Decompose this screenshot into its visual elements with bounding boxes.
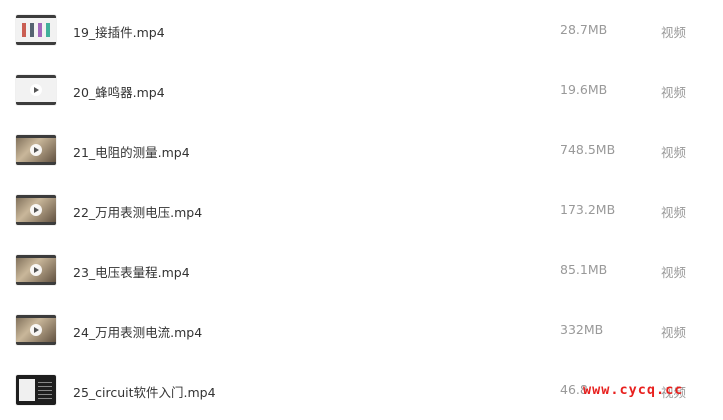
watermark-text: www.cycq.cc: [583, 382, 684, 398]
file-size: 85.1MB: [560, 262, 608, 277]
file-type: 视频: [661, 325, 687, 340]
file-row[interactable]: 20_蜂鸣器.mp4 19.6MB 视频: [0, 60, 723, 120]
file-row[interactable]: 23_电压表量程.mp4 85.1MB 视频: [0, 240, 723, 300]
file-size: 748.5MB: [560, 142, 616, 157]
file-type: 视频: [661, 265, 687, 280]
video-thumbnail-icon[interactable]: [16, 375, 56, 405]
file-type: 视频: [661, 205, 687, 220]
file-size: 332MB: [560, 322, 604, 337]
file-size: 28.7MB: [560, 22, 608, 37]
file-type: 视频: [661, 145, 687, 160]
file-name[interactable]: 21_电阻的测量.mp4: [73, 142, 190, 161]
video-thumbnail-icon[interactable]: [16, 315, 56, 345]
video-thumbnail-icon[interactable]: [16, 195, 56, 225]
file-size: 173.2MB: [560, 202, 616, 217]
file-name[interactable]: 23_电压表量程.mp4: [73, 262, 190, 281]
file-size: 19.6MB: [560, 82, 608, 97]
file-row[interactable]: 19_接插件.mp4 28.7MB 视频: [0, 0, 723, 60]
file-name[interactable]: 20_蜂鸣器.mp4: [73, 82, 165, 101]
play-icon: [30, 144, 42, 156]
file-row[interactable]: 24_万用表测电流.mp4 332MB 视频: [0, 300, 723, 360]
play-icon: [30, 84, 42, 96]
video-thumbnail-icon[interactable]: [16, 75, 56, 105]
play-icon: [30, 204, 42, 216]
file-name[interactable]: 19_接插件.mp4: [73, 22, 165, 41]
file-name[interactable]: 22_万用表测电压.mp4: [73, 202, 202, 221]
play-icon: [30, 264, 42, 276]
file-type: 视频: [661, 85, 687, 100]
file-row[interactable]: 22_万用表测电压.mp4 173.2MB 视频: [0, 180, 723, 240]
video-thumbnail-icon[interactable]: [16, 135, 56, 165]
play-icon: [30, 324, 42, 336]
video-thumbnail-icon[interactable]: [16, 15, 56, 45]
file-name[interactable]: 24_万用表测电流.mp4: [73, 322, 202, 341]
video-thumbnail-icon[interactable]: [16, 255, 56, 285]
file-row[interactable]: 21_电阻的测量.mp4 748.5MB 视频: [0, 120, 723, 180]
file-type: 视频: [661, 25, 687, 40]
file-name[interactable]: 25_circuit软件入门.mp4: [73, 382, 216, 401]
